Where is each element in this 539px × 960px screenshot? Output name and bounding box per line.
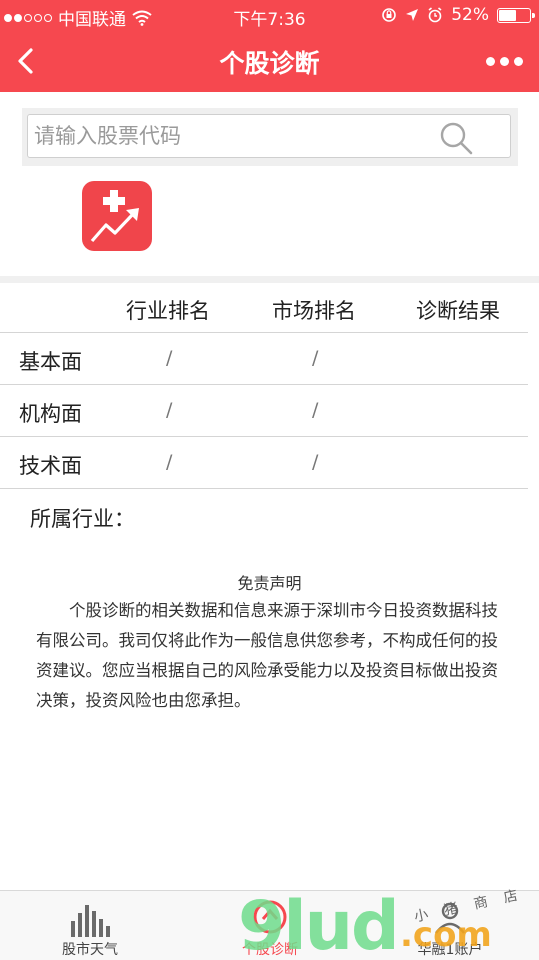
tab-market-weather[interactable]: 股市天气	[30, 891, 150, 960]
row-label: 基本面	[19, 350, 82, 374]
page-title: 个股诊断	[219, 49, 320, 78]
industry-rank-value: /	[166, 451, 173, 473]
diagnosis-table: 行业排名 市场排名 诊断结果 基本面 / / 机构面 / / 技术面 / /	[0, 283, 528, 489]
orientation-lock-icon	[382, 8, 397, 22]
market-rank-value: /	[312, 451, 319, 473]
battery-icon	[497, 7, 535, 23]
search-input[interactable]	[34, 121, 434, 151]
stock-diagnosis-icon[interactable]	[82, 181, 152, 251]
status-bar: 中国联通 下午7:36 52%	[0, 0, 539, 30]
app-screen: 中国联通 下午7:36 52% 个股诊断 请输入股票代码 行业排名 市场排名 诊…	[0, 0, 539, 960]
tab-stock-diagnosis[interactable]: 个股诊断	[210, 891, 330, 960]
more-dots-icon[interactable]	[486, 57, 523, 66]
search-bar	[22, 108, 518, 166]
bar-chart-icon	[71, 905, 110, 937]
market-rank-value: /	[312, 347, 319, 369]
location-icon	[406, 9, 419, 21]
table-header: 行业排名 市场排名 诊断结果	[0, 283, 528, 333]
nav-bar: 个股诊断	[0, 30, 539, 92]
row-label: 机构面	[19, 402, 82, 426]
tab-account[interactable]: 华融1账户	[390, 891, 510, 960]
account-icon	[435, 902, 465, 934]
table-row: 基本面 / /	[0, 333, 528, 385]
diagnosis-icon	[253, 900, 287, 934]
industry-rank-value: /	[166, 347, 173, 369]
header-diagnosis-result: 诊断结果	[416, 299, 500, 323]
search-box	[27, 114, 511, 158]
row-label: 技术面	[19, 454, 82, 478]
section-divider	[0, 276, 539, 283]
tab-label: 股市天气	[62, 942, 118, 958]
header-market-rank: 市场排名	[272, 299, 356, 323]
header-industry-rank: 行业排名	[126, 299, 210, 323]
industry-label: 所属行业：	[30, 507, 135, 531]
tab-label: 华融1账户	[417, 942, 483, 958]
battery-percent: 52%	[451, 5, 489, 25]
status-right: 52%	[381, 5, 535, 25]
search-icon[interactable]	[438, 120, 474, 156]
tab-bar: 股市天气 个股诊断 华融1账户	[0, 890, 539, 960]
industry-rank-value: /	[166, 399, 173, 421]
market-rank-value: /	[312, 399, 319, 421]
disclaimer-title: 免责声明	[237, 574, 302, 593]
disclaimer-body: 个股诊断的相关数据和信息来源于深圳市今日投资数据科技有限公司。我司仅将此作为一般…	[36, 601, 498, 710]
tab-label: 个股诊断	[242, 942, 298, 958]
alarm-icon	[428, 7, 442, 23]
table-row: 技术面 / /	[0, 437, 528, 489]
table-row: 机构面 / /	[0, 385, 528, 437]
